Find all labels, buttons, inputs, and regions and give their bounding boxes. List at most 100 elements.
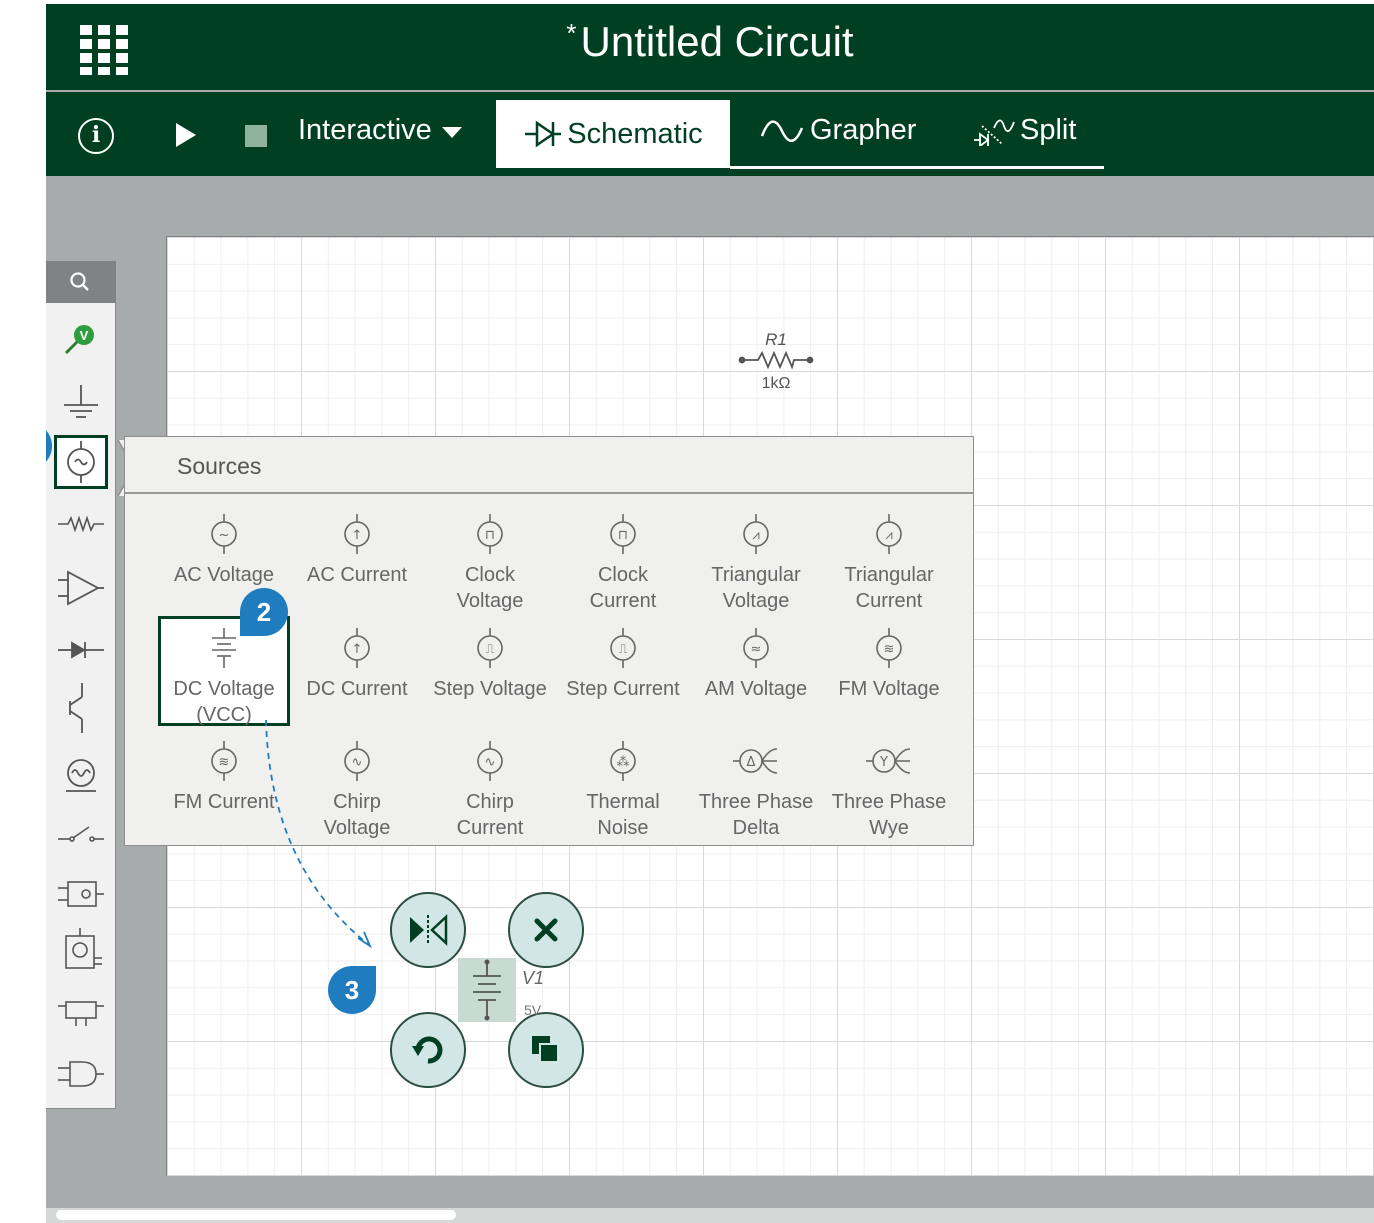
svg-text:⊓: ⊓ [485, 528, 495, 543]
chevron-down-icon [441, 127, 462, 138]
svg-text:~: ~ [219, 528, 230, 543]
tab-split[interactable]: Split [972, 114, 1076, 147]
diode-icon[interactable] [54, 623, 108, 677]
sidebar-search[interactable] [46, 261, 116, 303]
resistor-value: 1kΩ [761, 375, 791, 392]
source-item-three-phase-wye[interactable]: Y Three Phase Wye [823, 739, 955, 841]
source-item-label: DC Current [306, 678, 408, 700]
source-item-triangular-voltage[interactable]: ⩘ Triangular Voltage [690, 512, 822, 614]
source-item-dc-current[interactable]: ↑ DC Current [291, 626, 423, 702]
dc-voltage-icon [212, 628, 236, 668]
step-voltage-icon: ⎍ [477, 628, 503, 668]
ac-source-icon[interactable] [54, 435, 108, 489]
tab-schematic[interactable]: Schematic [496, 100, 730, 168]
svg-text:∿: ∿ [485, 755, 496, 770]
source-item-label: Voltage [722, 590, 790, 612]
mode-dropdown-label: Interactive [298, 114, 432, 146]
source-item-label: Step Current [566, 678, 680, 700]
wave-tab-icon [760, 120, 804, 142]
svg-text:⎍: ⎍ [485, 642, 494, 657]
component-sidebar: V [46, 261, 116, 1109]
flip-icon [410, 914, 448, 946]
chirp-current-icon: ∿ [477, 741, 503, 781]
tab-grapher-label: Grapher [810, 114, 917, 146]
source-item-label: Current [855, 590, 923, 612]
source-item-label: Step Voltage [433, 678, 547, 700]
svg-text:⎍: ⎍ [618, 642, 627, 657]
unsaved-marker: * [566, 18, 577, 48]
transistor-icon[interactable] [54, 681, 108, 735]
source-item-chirp-current[interactable]: ∿ Chirp Current [424, 739, 556, 841]
source-item-label: Thermal [586, 791, 660, 813]
source-item-thermal-noise[interactable]: ⁂ Thermal Noise [557, 739, 689, 841]
ic-chip-icon[interactable] [54, 983, 108, 1037]
svg-text:V: V [80, 328, 89, 343]
source-item-ac-current[interactable]: ↑ AC Current [291, 512, 423, 588]
source-item-dc-voltage[interactable]: DC Voltage (VCC) [158, 626, 290, 728]
source-item-step-voltage[interactable]: ⎍ Step Voltage [424, 626, 556, 702]
lamp-icon[interactable] [54, 749, 108, 803]
app-window: *Untitled Circuit i Interactive Schemati… [46, 4, 1374, 1223]
source-item-step-current[interactable]: ⎍ Step Current [557, 626, 689, 702]
svg-text:⊓: ⊓ [618, 528, 628, 543]
source-item-triangular-current[interactable]: ⩘ Triangular Current [823, 512, 955, 614]
source-item-label: AM Voltage [704, 678, 808, 700]
triangular-voltage-icon: ⩘ [743, 514, 769, 554]
svg-text:≋: ≋ [884, 642, 895, 657]
source-item-ac-voltage[interactable]: ~ AC Voltage [158, 512, 290, 588]
flip-button[interactable] [390, 892, 466, 968]
toolbar: i Interactive Schematic Grapher Split [46, 92, 1374, 176]
am-voltage-icon: ≈ [743, 628, 769, 668]
rotate-icon [412, 1036, 443, 1064]
source-item-label: Chirp [466, 791, 514, 813]
resistor-label: R1 [765, 330, 787, 349]
probe-icon[interactable]: V [54, 311, 108, 365]
source-item-fm-voltage[interactable]: ≋ FM Voltage [823, 626, 955, 702]
delete-button[interactable] [508, 892, 584, 968]
source-item-three-phase-delta[interactable]: Δ Three Phase Delta [690, 739, 822, 841]
source-item-label: AC Voltage [173, 564, 275, 586]
source-item-label: Clock [464, 564, 515, 586]
source-item-label: Delta [732, 817, 780, 839]
logic-gate-icon[interactable] [54, 1047, 108, 1101]
source-item-label: Three Phase [831, 791, 947, 813]
source-item-label: Triangular [844, 564, 934, 586]
resistor-icon[interactable] [54, 497, 108, 551]
rotate-button[interactable] [390, 1012, 466, 1088]
resistor-symbol-icon [738, 350, 814, 370]
stop-icon[interactable] [245, 125, 267, 147]
mode-dropdown[interactable]: Interactive [298, 114, 462, 147]
svg-text:⁂: ⁂ [617, 755, 630, 770]
relay-icon[interactable] [54, 867, 108, 921]
source-item-label: Current [456, 817, 524, 839]
source-item-label: DC Voltage [173, 678, 275, 700]
source-item-clock-current[interactable]: ⊓ Clock Current [557, 512, 689, 614]
tab-underline [730, 166, 1104, 169]
svg-text:≋: ≋ [219, 755, 230, 770]
title-bar: *Untitled Circuit [46, 4, 1374, 90]
resistor-r1[interactable]: R1 1kΩ [736, 330, 816, 393]
source-item-label: FM Voltage [838, 678, 940, 700]
duplicate-button[interactable] [508, 1012, 584, 1088]
search-icon [70, 272, 89, 291]
source-item-label: Voltage [456, 590, 524, 612]
three-phase-delta-icon: Δ [733, 748, 778, 774]
switch-icon[interactable] [54, 807, 108, 861]
tab-split-label: Split [1020, 114, 1077, 146]
info-icon[interactable]: i [78, 118, 114, 154]
scrollbar-thumb[interactable] [56, 1210, 456, 1220]
source-item-label: Clock [597, 564, 648, 586]
circuit-title: Untitled Circuit [580, 18, 854, 65]
motor-icon[interactable] [54, 925, 108, 979]
source-item-label: Noise [597, 817, 649, 839]
source-item-am-voltage[interactable]: ≈ AM Voltage [690, 626, 822, 702]
source-item-clock-voltage[interactable]: ⊓ Clock Voltage [424, 512, 556, 614]
svg-text:⩘: ⩘ [752, 528, 759, 543]
tab-grapher[interactable]: Grapher [760, 114, 916, 147]
thermal-noise-icon: ⁂ [610, 741, 636, 781]
placed-dc-source[interactable] [458, 958, 516, 1022]
opamp-icon[interactable] [54, 561, 108, 615]
ground-icon[interactable] [54, 375, 108, 429]
play-icon[interactable] [176, 123, 196, 147]
clock-voltage-icon: ⊓ [477, 514, 503, 554]
